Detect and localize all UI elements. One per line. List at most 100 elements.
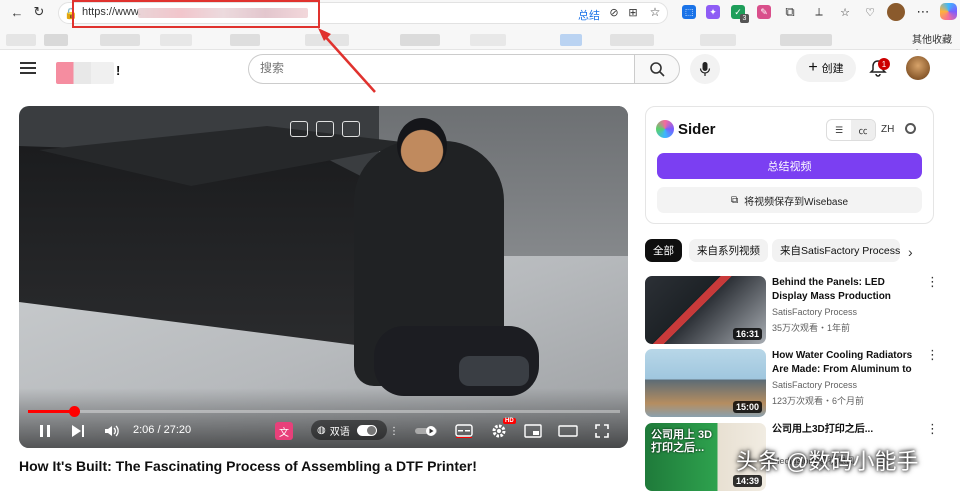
profile-avatar[interactable] — [887, 3, 905, 21]
refresh-icon[interactable]: ↻ — [30, 3, 48, 21]
sider-settings-icon[interactable] — [905, 123, 916, 134]
sider-language[interactable]: ZH — [881, 124, 894, 135]
pause-button[interactable] — [36, 422, 54, 440]
volume-button[interactable] — [103, 422, 121, 440]
more-actions-icon[interactable]: ⋮ — [926, 348, 939, 361]
bookmark-item[interactable] — [400, 34, 440, 46]
related-meta: 123万次观看・6个月前 — [772, 396, 865, 406]
screenshot-icon[interactable] — [290, 121, 308, 137]
create-button[interactable]: + 创建 — [796, 54, 856, 82]
video-frame-person-head — [397, 118, 447, 173]
progress-scrubber[interactable] — [68, 406, 80, 417]
bookmark-item[interactable] — [780, 34, 832, 46]
favorites-icon[interactable]: ☆ — [836, 3, 854, 21]
account-avatar[interactable] — [906, 56, 930, 80]
plus-icon: + — [808, 59, 818, 76]
autoplay-toggle[interactable] — [414, 422, 440, 440]
extensions-puzzle-icon[interactable]: ⧉ — [781, 3, 799, 21]
notes-icon[interactable] — [342, 121, 360, 137]
next-icon — [72, 425, 84, 437]
create-label: 创建 — [821, 63, 844, 75]
hd-badge: HD — [503, 418, 516, 424]
translate-icon: 文 — [279, 427, 289, 439]
summary-label[interactable]: 总结 — [578, 7, 600, 23]
favorite-star-icon[interactable]: ☆ — [646, 3, 664, 21]
more-actions-icon[interactable]: ⋮ — [926, 275, 939, 288]
chip-scroll-right-icon[interactable]: › — [908, 244, 913, 260]
related-thumbnail[interactable]: 16:31 — [645, 276, 766, 344]
bookmark-item[interactable] — [160, 34, 192, 46]
theater-mode-button[interactable] — [558, 422, 578, 440]
list-view-icon[interactable]: ☰ — [827, 120, 851, 140]
related-title[interactable]: 公司用上3D打印之后... — [772, 423, 917, 437]
video-title: How It's Built: The Fascinating Process … — [19, 458, 477, 474]
bookmark-add-icon: ⧉ — [730, 194, 739, 206]
copilot-icon[interactable] — [940, 3, 957, 20]
subtitles-button[interactable] — [455, 422, 473, 440]
extension-translate-icon[interactable]: ⬚ — [682, 5, 696, 19]
bookmark-item[interactable] — [6, 34, 36, 46]
related-video[interactable]: 16:31 Behind the Panels: LED Display Mas… — [645, 275, 945, 344]
search-input[interactable] — [260, 61, 620, 75]
related-video[interactable]: 15:00 How Water Cooling Radiators Are Ma… — [645, 348, 945, 417]
chip-channel[interactable]: 来自SatisFactory Process — [772, 239, 900, 262]
back-icon[interactable]: ← — [8, 3, 26, 21]
health-icon[interactable]: ♡ — [861, 3, 879, 21]
bookmark-item[interactable] — [700, 34, 736, 46]
related-channel[interactable]: SatisFactory Process — [772, 380, 857, 390]
theater-icon — [558, 425, 578, 437]
bookmark-item[interactable] — [305, 34, 349, 46]
bilingual-switch[interactable] — [356, 424, 377, 436]
search-icon — [650, 62, 665, 77]
summarize-video-button[interactable]: 总结视频 — [657, 153, 922, 179]
save-to-wisebase-label: 将视频保存到Wisebase — [744, 196, 849, 208]
bookmark-item[interactable] — [610, 34, 654, 46]
bookmark-item[interactable] — [44, 34, 68, 46]
search-button[interactable] — [634, 54, 680, 84]
time-display: 2:06 / 27:20 — [133, 424, 192, 436]
bookmark-item[interactable] — [470, 34, 506, 46]
fullscreen-button[interactable] — [593, 422, 611, 440]
hamburger-menu-icon[interactable] — [20, 62, 36, 74]
watermark: 头条 @数码小能手 — [736, 449, 919, 474]
subtitle-globe-icon: ◍ — [317, 424, 326, 436]
sider-brand: Sider — [678, 120, 716, 138]
bookmark-bar: › — [0, 28, 960, 70]
related-thumbnail[interactable]: 15:00 — [645, 349, 766, 417]
progress-bar[interactable] — [28, 410, 620, 413]
progress-played — [28, 410, 74, 413]
caption-view-icon[interactable]: ㏄ — [851, 120, 875, 140]
split-screen-icon[interactable]: ⟂ — [810, 3, 828, 21]
next-button[interactable] — [69, 422, 87, 440]
pause-icon — [40, 425, 50, 437]
chip-all[interactable]: 全部 — [645, 239, 682, 262]
bookmark-item[interactable] — [230, 34, 260, 46]
url-highlight-box — [72, 0, 320, 28]
voice-search-button[interactable] — [690, 54, 720, 84]
chip-series[interactable]: 来自系列视频 — [689, 239, 768, 262]
sider-logo: Sider — [656, 120, 716, 138]
read-aloud-icon[interactable]: ⊘ — [605, 3, 623, 21]
apps-icon[interactable]: ⊞ — [624, 3, 642, 21]
extension-sider-icon[interactable]: ✦ — [706, 5, 720, 19]
duration-badge: 14:39 — [732, 475, 762, 487]
clip-icon[interactable] — [316, 121, 334, 137]
bilingual-subtitle-toggle[interactable]: ◍ 双语 — [311, 420, 387, 440]
extension-note-icon[interactable]: ✎ — [757, 5, 771, 19]
bookmark-item[interactable] — [100, 34, 140, 46]
settings-button[interactable] — [490, 422, 508, 440]
video-overlay-tools — [290, 121, 360, 137]
related-title[interactable]: How Water Cooling Radiators Are Made: Fr… — [772, 349, 917, 377]
autoplay-icon — [415, 426, 437, 436]
more-icon[interactable]: ⋯ — [914, 3, 932, 21]
more-actions-icon[interactable]: ⋮ — [926, 422, 939, 435]
miniplayer-button[interactable] — [524, 422, 542, 440]
save-to-wisebase-button[interactable]: ⧉ 将视频保存到Wisebase — [657, 187, 922, 213]
subtitle-more-icon[interactable]: ⋮ — [389, 422, 399, 440]
related-title[interactable]: Behind the Panels: LED Display Mass Prod… — [772, 276, 917, 304]
related-channel[interactable]: SatisFactory Process — [772, 307, 857, 317]
duration-badge: 16:31 — [732, 328, 762, 340]
logo-redacted[interactable] — [56, 62, 114, 84]
bookmark-item[interactable] — [560, 34, 582, 46]
translate-button[interactable]: 文 — [275, 422, 293, 440]
